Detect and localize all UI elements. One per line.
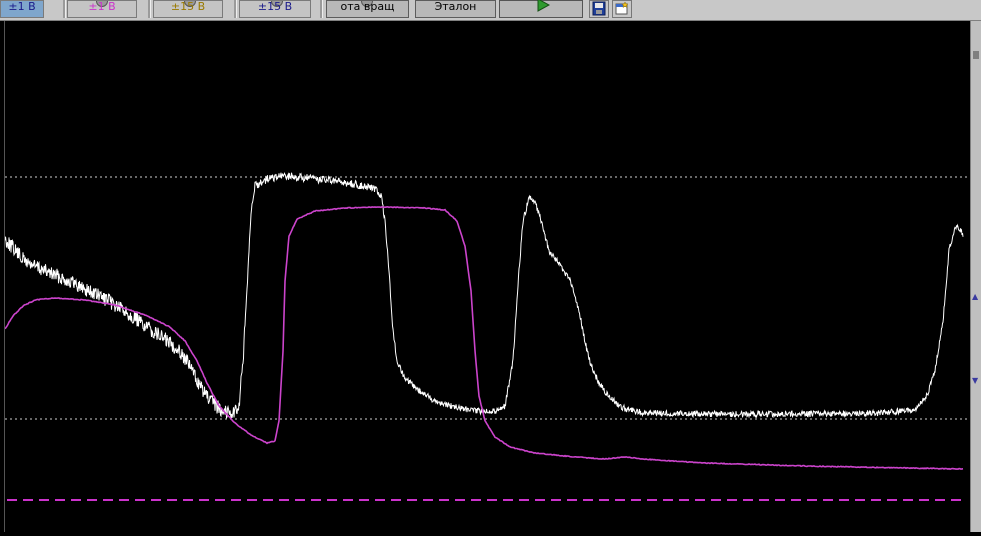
add-window-button[interactable] xyxy=(612,0,632,18)
white-trace xyxy=(4,171,964,419)
toolbar-separator xyxy=(320,0,323,18)
add-window-icon xyxy=(615,1,629,15)
channel-toolbar: ±1 В ±1 В ±15 В ±15 В ота вращ Эталон xyxy=(0,0,981,21)
toolbar-separator xyxy=(63,0,66,18)
toolbar-separator xyxy=(234,0,237,18)
rotation-button[interactable]: ота вращ xyxy=(326,0,409,18)
toolbar-separator xyxy=(148,0,151,18)
scroll-marker xyxy=(973,51,979,59)
ch4-range-label: ±15 В xyxy=(257,0,293,13)
play-icon xyxy=(537,0,550,12)
etalon-button[interactable]: Эталон xyxy=(415,0,496,18)
oscilloscope-traces xyxy=(4,171,967,501)
ch2-range-selector[interactable]: ±1 В xyxy=(67,0,137,18)
ch4-range-selector[interactable]: ±15 В xyxy=(239,0,311,18)
rotation-button-label: ота вращ xyxy=(340,0,395,13)
oscilloscope-plot[interactable] xyxy=(4,21,967,532)
magenta-trace xyxy=(4,205,964,471)
run-button[interactable] xyxy=(499,0,583,18)
vertical-scrollbar[interactable]: ▲ ▼ xyxy=(970,21,981,532)
ch3-range-label: ±15 В xyxy=(170,0,206,13)
etalon-button-label: Эталон xyxy=(434,0,477,13)
scroll-down-arrow-icon[interactable]: ▼ xyxy=(972,377,978,385)
ch1-range-label: ±1 В xyxy=(8,0,36,13)
save-button[interactable] xyxy=(589,0,609,18)
floppy-save-icon xyxy=(592,1,606,16)
ch1-range-selector[interactable]: ±1 В xyxy=(0,0,44,18)
ch2-range-label: ±1 В xyxy=(88,0,116,13)
ch3-range-selector[interactable]: ±15 В xyxy=(153,0,223,18)
scroll-up-arrow-icon[interactable]: ▲ xyxy=(972,293,978,301)
